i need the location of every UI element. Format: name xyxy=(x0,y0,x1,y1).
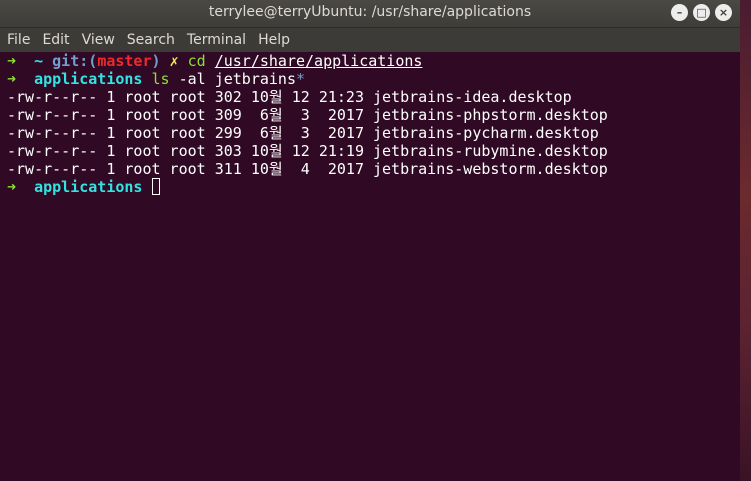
dirty-mark-icon: ✗ xyxy=(169,52,179,70)
command-cd: cd xyxy=(187,52,206,70)
command-ls: ls xyxy=(151,70,170,88)
listing-row: -rw-r--r-- 1 root root 299 6월 3 2017 jet… xyxy=(7,124,599,142)
menu-view[interactable]: View xyxy=(76,28,121,52)
glob-star: * xyxy=(296,70,306,88)
terminal-window: terrylee@terryUbuntu: /usr/share/applica… xyxy=(0,0,740,481)
menu-help[interactable]: Help xyxy=(252,28,296,52)
listing-row: -rw-r--r-- 1 root root 303 10월 12 21:19 … xyxy=(7,142,608,160)
prompt-arrow-icon: ➜ xyxy=(7,70,17,88)
menu-bar: File Edit View Search Terminal Help xyxy=(0,28,740,52)
terminal-output[interactable]: ➜ ~ git:(master) ✗ cd /usr/share/applica… xyxy=(0,52,740,481)
prompt-line-3: ➜ applications xyxy=(7,178,740,196)
git-label-open: git:( xyxy=(52,52,98,70)
prompt-dir: applications xyxy=(34,70,143,88)
desktop-background xyxy=(740,0,751,481)
menu-terminal[interactable]: Terminal xyxy=(181,28,252,52)
git-branch: master xyxy=(97,52,152,70)
prompt-dir: applications xyxy=(34,178,143,196)
prompt-line-2: ➜ applications ls -al jetbrains* xyxy=(7,70,740,88)
window-controls: – □ × xyxy=(671,4,732,21)
listing-row: -rw-r--r-- 1 root root 302 10월 12 21:23 … xyxy=(7,88,572,106)
window-title: terrylee@terryUbuntu: /usr/share/applica… xyxy=(208,4,532,20)
maximize-button[interactable]: □ xyxy=(693,4,710,21)
menu-edit[interactable]: Edit xyxy=(36,28,75,52)
minimize-button[interactable]: – xyxy=(671,4,688,21)
listing-row: -rw-r--r-- 1 root root 309 6월 3 2017 jet… xyxy=(7,106,608,124)
prompt-dir: ~ xyxy=(34,52,44,70)
prompt-arrow-icon: ➜ xyxy=(7,52,17,70)
close-button[interactable]: × xyxy=(715,4,732,21)
menu-file[interactable]: File xyxy=(0,28,36,52)
listing-row: -rw-r--r-- 1 root root 311 10월 4 2017 je… xyxy=(7,160,608,178)
menu-search[interactable]: Search xyxy=(121,28,181,52)
command-argument: /usr/share/applications xyxy=(214,52,423,70)
git-label-close: ) xyxy=(151,52,161,70)
text-cursor xyxy=(151,178,160,195)
title-bar[interactable]: terrylee@terryUbuntu: /usr/share/applica… xyxy=(0,0,740,28)
command-args: -al jetbrains xyxy=(178,70,296,88)
prompt-line-1: ➜ ~ git:(master) ✗ cd /usr/share/applica… xyxy=(7,52,740,70)
prompt-arrow-icon: ➜ xyxy=(7,178,17,196)
